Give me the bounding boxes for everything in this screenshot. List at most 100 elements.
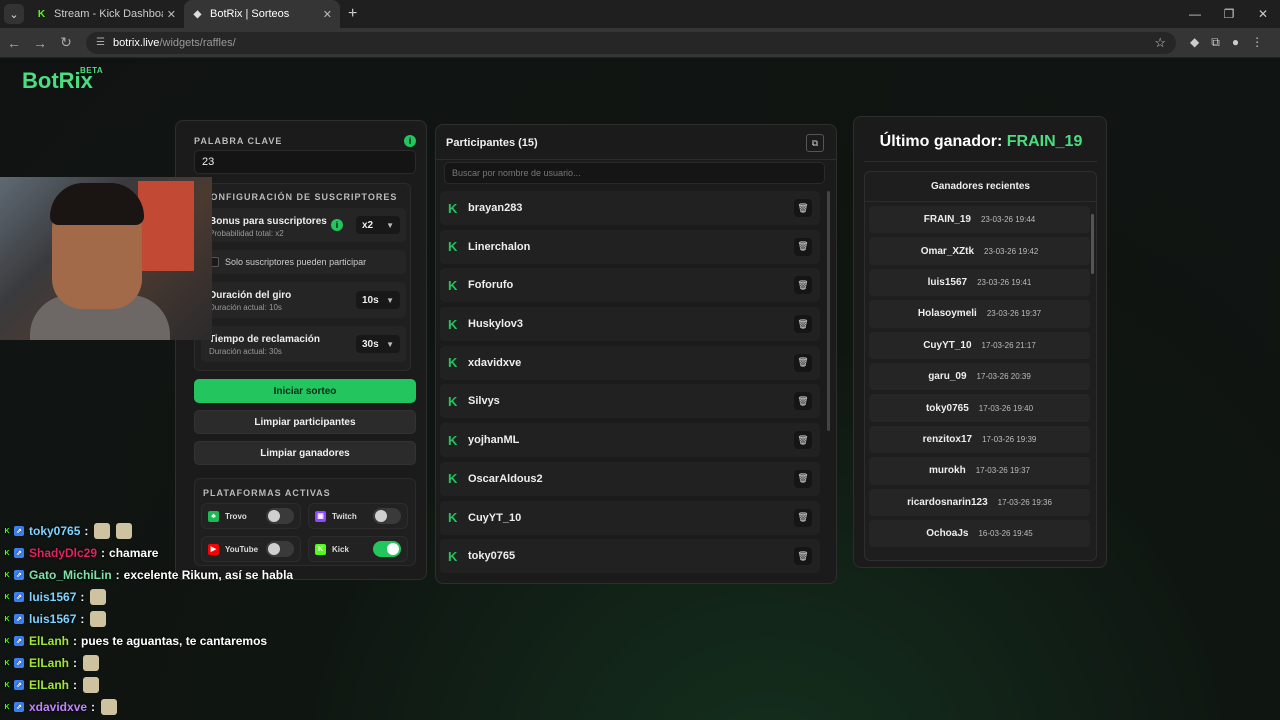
claim-title: Tiempo de reclamación <box>209 334 320 345</box>
info-icon[interactable]: i <box>331 219 343 231</box>
botrix-favicon-icon: ◆ <box>193 8 202 20</box>
winner-date: 16-03-26 19:45 <box>978 529 1033 539</box>
minimize-icon[interactable]: — <box>1178 0 1212 28</box>
close-icon[interactable]: ✕ <box>323 8 332 21</box>
kick-icon: K <box>448 548 458 564</box>
kick-favicon-icon: K <box>37 8 46 20</box>
chat-message: K ⇗ ShadyDlc29: chamare <box>2 542 422 564</box>
recent-winners-title: Ganadores recientes <box>865 172 1096 202</box>
chat-username[interactable]: ElLanh <box>29 678 69 692</box>
brand-logo[interactable]: BotRix BETA <box>22 66 103 94</box>
winner-row: FRAIN_19 23-03-26 19:44 <box>869 206 1090 234</box>
trash-icon[interactable]: 🗑 <box>794 199 812 217</box>
extensions-puzzle-icon[interactable]: ⧉ <box>1211 35 1220 50</box>
stream-chat-overlay: K ⇗ toky0765: K ⇗ ShadyDlc29: chamare K ⇗ Gato_Mi… <box>2 520 422 718</box>
chat-username[interactable]: luis1567 <box>29 612 76 626</box>
webcam-overlay <box>0 177 212 340</box>
trash-icon[interactable]: 🗑 <box>794 508 812 527</box>
kick-badge-icon: K <box>4 593 10 601</box>
trash-icon[interactable]: 🗑 <box>794 469 812 488</box>
url-input[interactable]: ☰ botrix.live/widgets/raffles/ ☆ <box>86 31 1176 54</box>
start-raffle-button[interactable]: Iniciar sorteo <box>194 379 416 403</box>
bonus-dropdown[interactable]: x2 ▼ <box>356 216 400 234</box>
profile-avatar-icon[interactable]: ● <box>1232 35 1239 50</box>
emote-icon <box>116 523 133 539</box>
new-tab-button[interactable]: + <box>348 5 357 23</box>
kick-badge-icon: K <box>4 571 10 579</box>
subs-only-row[interactable]: Solo suscriptores pueden participar <box>201 250 406 274</box>
chat-username[interactable]: Gato_MichiLin <box>29 568 112 582</box>
participants-scrollbar[interactable] <box>827 191 830 431</box>
chat-badges: K ⇗ <box>2 614 24 624</box>
keyword-input[interactable]: 23 <box>194 150 416 174</box>
participant-row: KyojhanML 🗑 <box>440 423 820 458</box>
chat-separator: : <box>84 524 89 538</box>
extension-icon[interactable]: ◆ <box>1190 35 1199 50</box>
chat-badges: K ⇗ <box>2 548 24 558</box>
chat-text: excelente Rikum, así se habla <box>123 568 294 582</box>
participant-search-input[interactable]: Buscar por nombre de usuario... <box>444 162 825 184</box>
winner-date: 17-03-26 19:37 <box>975 466 1030 476</box>
back-icon[interactable]: ← <box>2 35 26 51</box>
bookmark-star-icon[interactable]: ☆ <box>1154 35 1166 51</box>
subscriber-badge-icon: ⇗ <box>14 636 24 646</box>
divider <box>864 161 1097 162</box>
chat-username[interactable]: luis1567 <box>29 590 76 604</box>
chat-username[interactable]: ShadyDlc29 <box>29 546 97 560</box>
claim-time-dropdown[interactable]: 30s ▼ <box>356 335 400 353</box>
tab-botrix-sorteos[interactable]: ◆ BotRix | Sorteos ✕ <box>184 0 340 28</box>
close-window-icon[interactable]: ✕ <box>1246 0 1280 28</box>
winner-name: toky0765 <box>925 402 969 414</box>
tab-search-button[interactable]: ⌄ <box>4 4 24 24</box>
participant-list: Kbrayan283 🗑 K Linerchalon 🗑 K Foforufo 🗑 K Husky… <box>440 191 820 578</box>
kick-icon: K <box>448 355 458 371</box>
raffle-config-panel: PALABRA CLAVE i 23 CONFIGURACIÓN DE SUSC… <box>175 120 427 580</box>
menu-kebab-icon[interactable]: ⋮ <box>1251 35 1263 50</box>
kick-icon: K <box>448 200 458 216</box>
chat-separator: : <box>73 678 78 692</box>
kick-badge-icon: K <box>4 527 10 535</box>
spin-duration-dropdown[interactable]: 10s ▼ <box>356 291 400 309</box>
beta-badge: BETA <box>80 66 104 75</box>
winner-row: toky0765 17-03-26 19:40 <box>869 394 1090 422</box>
chevron-down-icon: ▼ <box>386 339 394 349</box>
close-icon[interactable]: ✕ <box>167 8 176 21</box>
chat-username[interactable]: ElLanh <box>29 634 69 648</box>
site-settings-icon[interactable]: ☰ <box>96 37 105 48</box>
chat-badges: K ⇗ <box>2 592 24 602</box>
chat-message: K ⇗ luis1567: <box>2 608 422 630</box>
trash-icon[interactable]: 🗑 <box>794 237 812 256</box>
trash-icon[interactable]: 🗑 <box>794 547 812 566</box>
restore-icon[interactable]: ❐ <box>1212 0 1246 28</box>
subscriber-config-box: CONFIGURACIÓN DE SUSCRIPTORES Bonus para… <box>194 183 411 371</box>
chat-username[interactable]: toky0765 <box>29 524 80 538</box>
winners-scrollbar[interactable] <box>1091 214 1094 274</box>
kick-icon: K <box>448 277 458 293</box>
chat-separator: : <box>73 634 78 648</box>
clear-participants-button[interactable]: Limpiar participantes <box>194 410 416 434</box>
trash-icon[interactable]: 🗑 <box>794 353 812 372</box>
anime-poster <box>138 181 194 271</box>
keyword-label: PALABRA CLAVE <box>194 136 283 146</box>
kick-icon: K <box>448 316 458 332</box>
chat-username[interactable]: ElLanh <box>29 656 69 670</box>
trash-icon[interactable]: 🗑 <box>794 276 812 295</box>
platforms-label: PLATAFORMAS ACTIVAS <box>203 488 331 498</box>
info-icon[interactable]: i <box>404 135 416 147</box>
forward-icon[interactable]: → <box>28 35 52 51</box>
tab-kick-dashboard[interactable]: K Stream - Kick Dashboard ✕ <box>28 0 184 28</box>
reload-icon[interactable]: ↻ <box>54 34 78 51</box>
winner-row: Omar_XZtk 23-03-26 19:42 <box>869 237 1090 265</box>
clear-winners-button[interactable]: Limpiar ganadores <box>194 441 416 465</box>
subscriber-badge-icon: ⇗ <box>14 680 24 690</box>
trash-icon[interactable]: 🗑 <box>794 315 812 334</box>
subscriber-badge-icon: ⇗ <box>14 548 24 558</box>
winner-name: ricardosnarin123 <box>907 496 988 508</box>
winner-name: luis1567 <box>927 276 968 288</box>
chat-username[interactable]: xdavidxve <box>29 700 87 714</box>
copy-icon[interactable]: ⧉ <box>806 134 824 152</box>
spin-subtitle: Duración actual: 10s <box>209 303 282 312</box>
trash-icon[interactable]: 🗑 <box>794 431 812 450</box>
subs-config-label: CONFIGURACIÓN DE SUSCRIPTORES <box>203 192 398 202</box>
trash-icon[interactable]: 🗑 <box>794 392 812 411</box>
